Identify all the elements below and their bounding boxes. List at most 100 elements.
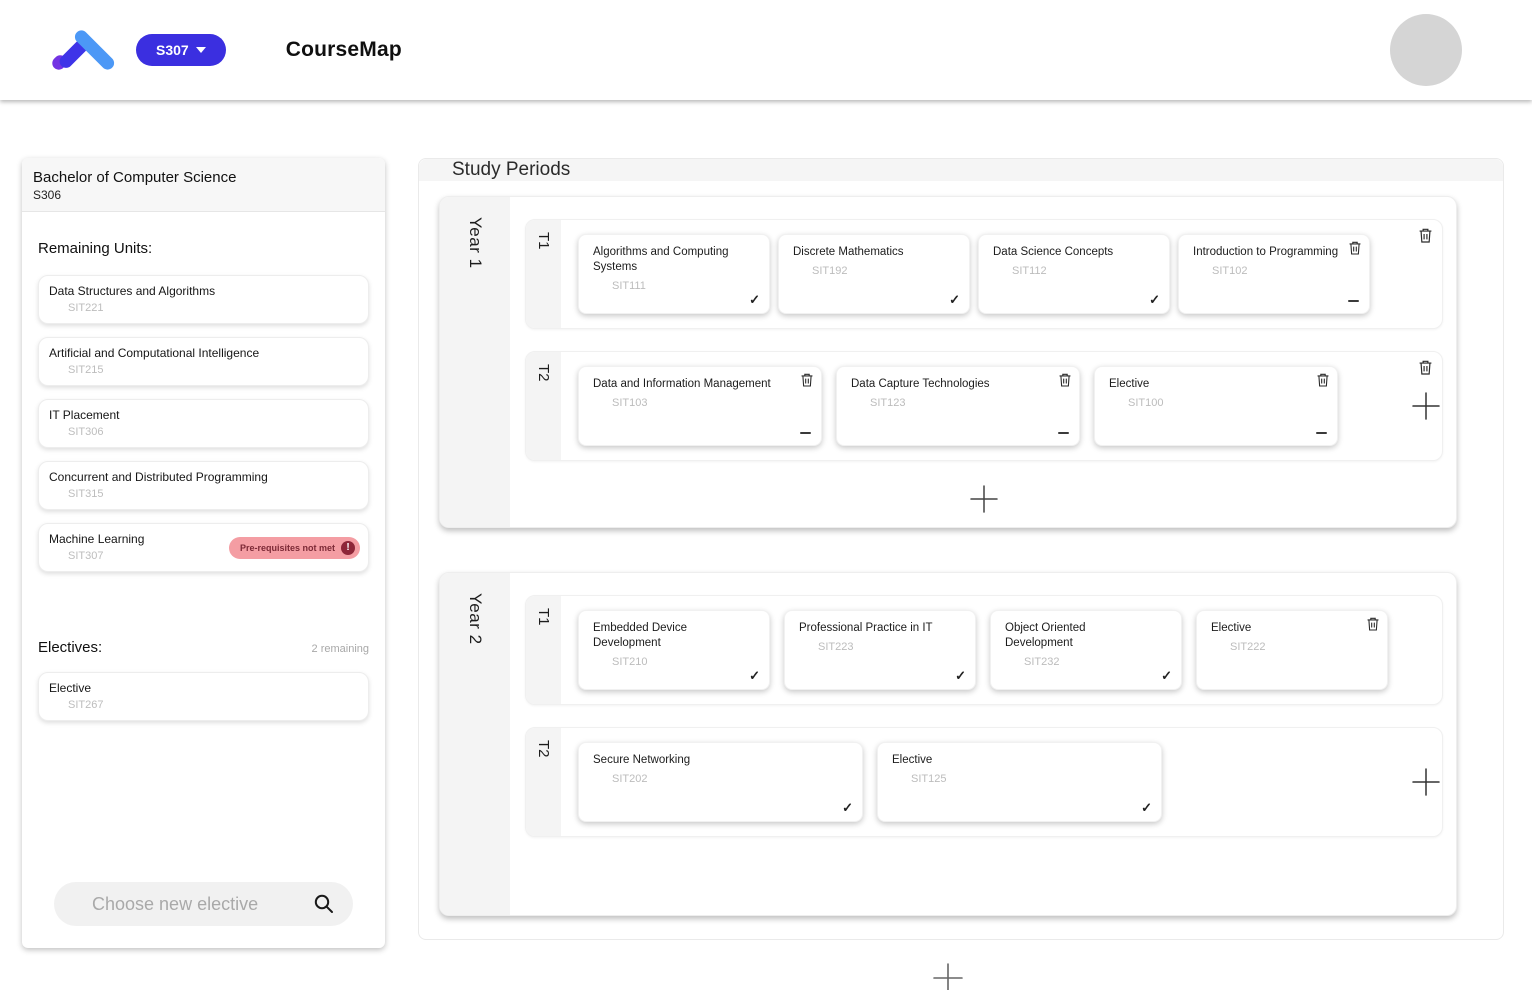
planned-dash-icon	[1316, 432, 1327, 435]
unit-card[interactable]: Elective SIT267	[38, 672, 369, 721]
add-year-button[interactable]	[930, 960, 966, 990]
search-icon[interactable]	[313, 893, 335, 920]
delete-course-button[interactable]	[1057, 371, 1073, 389]
study-periods-body: Year 1 T1 Algorithms and Computing Syste…	[419, 181, 1503, 990]
planned-dash-icon	[1058, 432, 1069, 435]
delete-period-button[interactable]	[1417, 226, 1434, 245]
course-name: Elective	[1211, 621, 1359, 636]
course-code: SIT103	[612, 397, 793, 409]
course-card[interactable]: Introduction to Programming SIT102	[1178, 234, 1370, 314]
unit-card[interactable]: Artificial and Computational Intelligenc…	[38, 337, 369, 386]
completed-check-icon: ✓	[949, 292, 960, 308]
delete-course-button[interactable]	[1347, 239, 1363, 257]
completed-check-icon: ✓	[1161, 668, 1172, 684]
delete-course-button[interactable]	[799, 371, 815, 389]
unit-name: Elective	[49, 681, 358, 695]
app-header: S307 CourseMap	[0, 0, 1532, 100]
user-avatar[interactable]	[1390, 14, 1462, 86]
course-code: SIT223	[818, 641, 947, 653]
unit-card[interactable]: Machine Learning SIT307 Pre-requisites n…	[38, 523, 369, 572]
add-course-button[interactable]	[1410, 390, 1442, 422]
study-period-row: T1 Embedded Device Development SIT210 ✓ …	[525, 595, 1443, 705]
delete-course-button[interactable]	[1315, 371, 1331, 389]
course-name: Discrete Mathematics	[793, 245, 941, 260]
unit-name: IT Placement	[49, 408, 358, 422]
delete-period-button[interactable]	[1417, 358, 1434, 377]
year-label: Year 2	[465, 593, 485, 915]
completed-check-icon: ✓	[842, 800, 853, 816]
course-code: SIT102	[1212, 265, 1341, 277]
study-period-row: T1 Algorithms and Computing Systems SIT1…	[525, 219, 1443, 329]
add-year-container	[439, 960, 1457, 990]
prereq-warning-text: Pre-requisites not met	[240, 543, 335, 553]
delete-course-button[interactable]	[1365, 615, 1381, 633]
period-label: T1	[535, 232, 552, 328]
electives-header: Electives: 2 remaining	[22, 639, 385, 656]
course-sidebar: Bachelor of Computer Science S306 Remain…	[22, 158, 385, 948]
course-code: SIT100	[1128, 397, 1309, 409]
year-content: T1 Embedded Device Development SIT210 ✓ …	[510, 573, 1456, 915]
completed-check-icon: ✓	[955, 668, 966, 684]
electives-label: Electives:	[38, 639, 102, 656]
study-periods-title: Study Periods	[419, 159, 1503, 181]
chevron-down-icon	[196, 47, 206, 53]
unit-card[interactable]: Concurrent and Distributed Programming S…	[38, 461, 369, 510]
course-name: Data and Information Management	[593, 377, 793, 392]
year-container: Year 2 T1 Embedded Device Development SI…	[439, 572, 1457, 916]
period-label: T2	[535, 740, 552, 836]
course-card[interactable]: Object Oriented Development SIT232 ✓	[990, 610, 1182, 690]
completed-check-icon: ✓	[749, 292, 760, 308]
course-card[interactable]: Elective SIT125 ✓	[877, 742, 1162, 822]
period-label: T2	[535, 364, 552, 460]
course-name: Professional Practice in IT	[799, 621, 947, 636]
course-name: Data Science Concepts	[993, 245, 1141, 260]
course-card[interactable]: Elective SIT222	[1196, 610, 1388, 690]
add-period-button[interactable]	[968, 483, 1000, 515]
course-name: Secure Networking	[593, 753, 834, 768]
course-code: S306	[33, 188, 374, 202]
course-code: SIT222	[1230, 641, 1359, 653]
electives-list: Elective SIT267	[22, 672, 385, 734]
course-card[interactable]: Algorithms and Computing Systems SIT111 …	[578, 234, 770, 314]
unit-code: SIT215	[68, 364, 358, 376]
course-name: Algorithms and Computing Systems	[593, 245, 741, 275]
unit-card[interactable]: IT Placement SIT306	[38, 399, 369, 448]
completed-check-icon: ✓	[1141, 800, 1152, 816]
course-card[interactable]: Embedded Device Development SIT210 ✓	[578, 610, 770, 690]
study-period-row: T2 Secure Networking SIT202 ✓ Elective S…	[525, 727, 1443, 837]
course-code: SIT112	[1012, 265, 1141, 277]
course-code: SIT111	[612, 280, 741, 292]
unit-code: SIT221	[68, 302, 358, 314]
elective-search	[22, 882, 385, 926]
add-period-container	[525, 483, 1443, 521]
course-name: Data Capture Technologies	[851, 377, 1051, 392]
app-logo-icon	[50, 24, 114, 76]
choose-elective-input[interactable]	[54, 882, 353, 926]
unit-card[interactable]: Data Structures and Algorithms SIT221	[38, 275, 369, 324]
add-course-button[interactable]	[1410, 766, 1442, 798]
unit-code: SIT315	[68, 488, 358, 500]
course-card[interactable]: Elective SIT100	[1094, 366, 1338, 446]
course-code-dropdown-button[interactable]: S307	[136, 34, 226, 66]
prereq-warning-badge: Pre-requisites not met !	[229, 537, 360, 559]
course-card[interactable]: Data Science Concepts SIT112 ✓	[978, 234, 1170, 314]
completed-check-icon: ✓	[1149, 292, 1160, 308]
course-name: Introduction to Programming	[1193, 245, 1341, 260]
course-code: SIT232	[1024, 656, 1153, 668]
course-card[interactable]: Professional Practice in IT SIT223 ✓	[784, 610, 976, 690]
course-card[interactable]: Secure Networking SIT202 ✓	[578, 742, 863, 822]
year-content: T1 Algorithms and Computing Systems SIT1…	[510, 197, 1456, 527]
course-card[interactable]: Data and Information Management SIT103	[578, 366, 822, 446]
year-strip: Year 1	[440, 197, 510, 527]
planned-dash-icon	[1348, 300, 1359, 303]
course-code-dropdown-label: S307	[156, 42, 189, 58]
unit-name: Data Structures and Algorithms	[49, 284, 358, 298]
course-code: SIT123	[870, 397, 1051, 409]
course-card[interactable]: Data Capture Technologies SIT123	[836, 366, 1080, 446]
sidebar-course-header: Bachelor of Computer Science S306	[22, 158, 385, 212]
electives-remaining-count: 2 remaining	[312, 643, 369, 655]
remaining-units-label: Remaining Units:	[22, 240, 385, 257]
course-code: SIT202	[612, 773, 834, 785]
study-periods-panel: Study Periods Year 1 T1 Algorithms and C…	[418, 158, 1504, 940]
course-card[interactable]: Discrete Mathematics SIT192 ✓	[778, 234, 970, 314]
